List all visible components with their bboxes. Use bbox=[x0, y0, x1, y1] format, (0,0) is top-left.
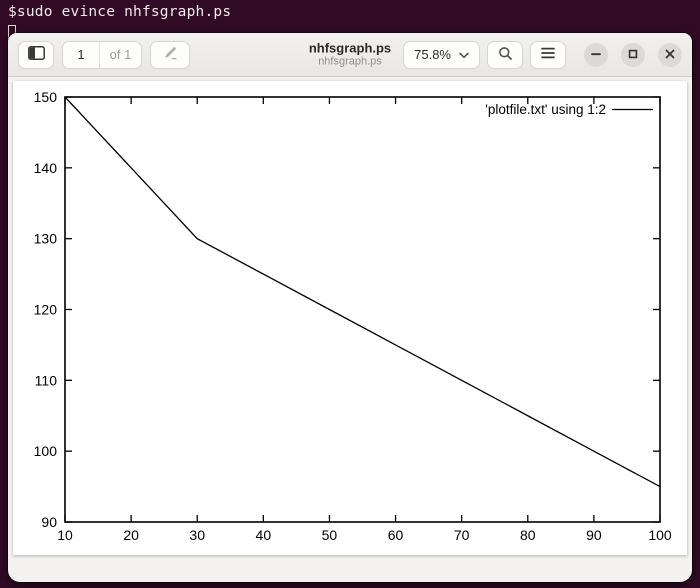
window-controls bbox=[584, 42, 682, 67]
zoom-level-button[interactable]: 75.8% bbox=[403, 40, 480, 69]
y-tick-label: 100 bbox=[34, 443, 58, 459]
page-total-label: of 1 bbox=[99, 41, 141, 68]
screen: { "terminal": { "command": "$sudo evince… bbox=[0, 0, 700, 588]
y-tick-label: 120 bbox=[34, 302, 58, 318]
chevron-down-icon bbox=[459, 47, 469, 62]
x-tick-label: 20 bbox=[123, 527, 139, 543]
annotate-button[interactable] bbox=[150, 40, 190, 69]
header-right-group: 75.8% bbox=[403, 40, 682, 69]
data-line bbox=[64, 96, 661, 488]
document-page: 10 20 30 40 50 60 70 80 90 100 90 100 110 120 130 140 15… bbox=[13, 81, 687, 555]
x-tick-label: 100 bbox=[648, 527, 672, 543]
header-bar: 1 of 1 nhfsgraph.ps nhfsgraph.ps 75.8% bbox=[8, 33, 692, 77]
chart: 10 20 30 40 50 60 70 80 90 100 90 100 110 120 130 140 15… bbox=[34, 89, 672, 543]
legend-label: 'plotfile.txt' using 1:2 bbox=[485, 102, 606, 117]
maximize-icon bbox=[628, 47, 638, 62]
plot-border bbox=[64, 96, 661, 523]
page-number-input[interactable]: 1 bbox=[63, 42, 99, 68]
hamburger-menu-icon bbox=[541, 47, 555, 62]
y-tick-label: 150 bbox=[34, 89, 58, 105]
document-subtitle: nhfsgraph.ps bbox=[318, 55, 382, 68]
search-icon bbox=[498, 46, 513, 64]
window-title-block: nhfsgraph.ps nhfsgraph.ps bbox=[309, 40, 391, 69]
minimize-button[interactable] bbox=[584, 42, 608, 67]
menu-button[interactable] bbox=[530, 40, 566, 69]
y-tick-label: 140 bbox=[34, 160, 58, 176]
pen-icon bbox=[163, 46, 178, 63]
y-tick-label: 130 bbox=[34, 231, 58, 247]
x-tick-label: 80 bbox=[520, 527, 536, 543]
maximize-button[interactable] bbox=[621, 42, 645, 67]
sidebar-toggle-button[interactable] bbox=[18, 40, 54, 69]
x-tick-label: 60 bbox=[388, 527, 404, 543]
document-view[interactable]: 10 20 30 40 50 60 70 80 90 100 90 100 110 120 130 140 15… bbox=[8, 77, 692, 582]
header-left-group: 1 of 1 bbox=[18, 40, 190, 69]
document-title: nhfsgraph.ps bbox=[308, 40, 392, 56]
x-tick-label: 70 bbox=[454, 527, 470, 543]
x-tick-label: 10 bbox=[57, 527, 73, 543]
terminal-command: $sudo evince nhfsgraph.ps bbox=[8, 4, 232, 20]
close-button[interactable] bbox=[658, 42, 682, 67]
x-tick-label: 50 bbox=[322, 527, 338, 543]
x-tick-label: 40 bbox=[256, 527, 272, 543]
zoom-level-value: 75.8% bbox=[414, 47, 451, 62]
close-icon bbox=[665, 47, 675, 62]
sidebar-icon bbox=[27, 46, 45, 63]
minimize-icon bbox=[591, 47, 601, 62]
y-tick-label: 110 bbox=[35, 372, 58, 388]
evince-window: 1 of 1 nhfsgraph.ps nhfsgraph.ps 75.8% 1… bbox=[8, 33, 692, 582]
x-tick-label: 90 bbox=[586, 527, 602, 543]
y-tick-label: 90 bbox=[41, 514, 57, 530]
page-selector: 1 of 1 bbox=[62, 40, 142, 69]
x-tick-label: 30 bbox=[189, 527, 205, 543]
search-button[interactable] bbox=[487, 40, 523, 69]
